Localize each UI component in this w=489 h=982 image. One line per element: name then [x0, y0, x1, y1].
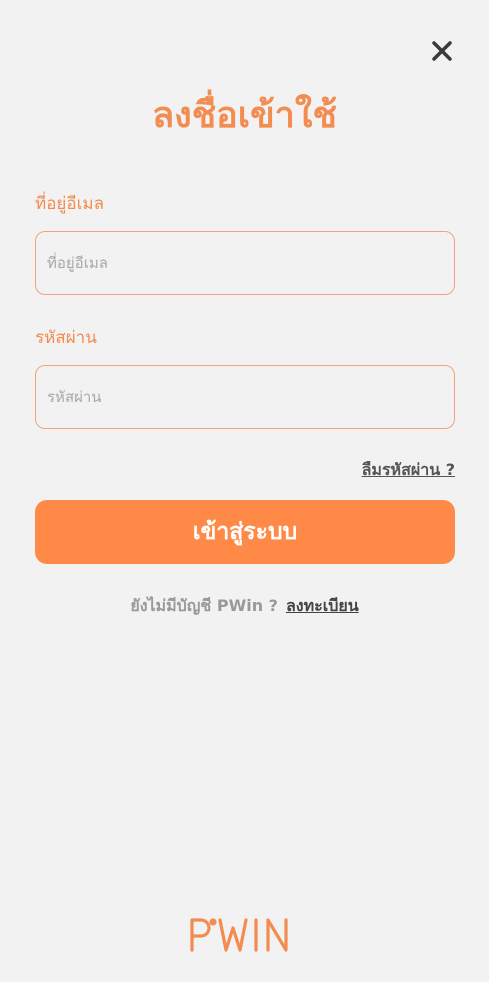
signup-prompt: ยังไม่มีบัญชี PWin ? — [130, 596, 278, 615]
page-title: ลงชื่อเข้าใช้ — [152, 95, 337, 136]
signup-link[interactable]: ลงทะเบียน — [286, 596, 359, 615]
email-field-box[interactable] — [35, 231, 455, 295]
password-field[interactable] — [36, 366, 454, 428]
email-field[interactable] — [36, 232, 454, 294]
signup-row: ยังไม่มีบัญชี PWin ? ลงทะเบียน — [0, 594, 489, 619]
close-icon — [432, 41, 452, 61]
pwin-logo — [190, 918, 288, 952]
email-label: ที่อยู่อีเมล — [35, 194, 105, 214]
password-field-box[interactable] — [35, 365, 455, 429]
login-button-label: เข้าสู่ระบบ — [192, 519, 298, 545]
close-button[interactable] — [427, 36, 457, 66]
password-label: รหัสผ่าน — [35, 328, 97, 348]
login-button[interactable]: เข้าสู่ระบบ — [35, 500, 455, 564]
forgot-password-link[interactable]: ลืมรหัสผ่าน ? — [362, 458, 455, 483]
